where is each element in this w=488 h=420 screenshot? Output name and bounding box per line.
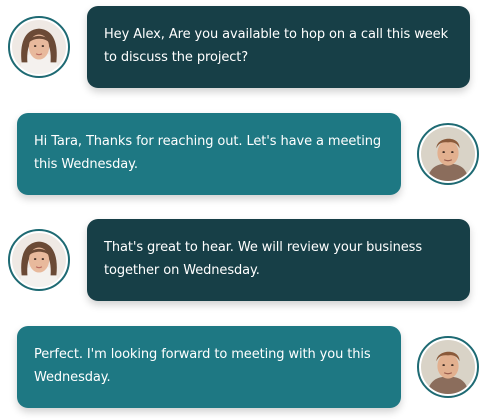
message-bubble: Hey Alex, Are you available to hop on a … [87,6,470,88]
man-avatar-icon [417,336,479,398]
message-text: Perfect. I'm looking forward to meeting … [34,347,371,385]
woman-avatar-icon [8,229,70,291]
message-text: Hi Tara, Thanks for reaching out. Let's … [34,134,382,172]
message-bubble: That's great to hear. We will review you… [87,219,470,301]
man-avatar-icon [417,123,479,185]
woman-avatar-icon [8,16,70,78]
message-bubble: Perfect. I'm looking forward to meeting … [17,326,401,408]
message-bubble: Hi Tara, Thanks for reaching out. Let's … [17,113,401,195]
message-text: That's great to hear. We will review you… [104,240,423,278]
message-text: Hey Alex, Are you available to hop on a … [104,27,449,65]
